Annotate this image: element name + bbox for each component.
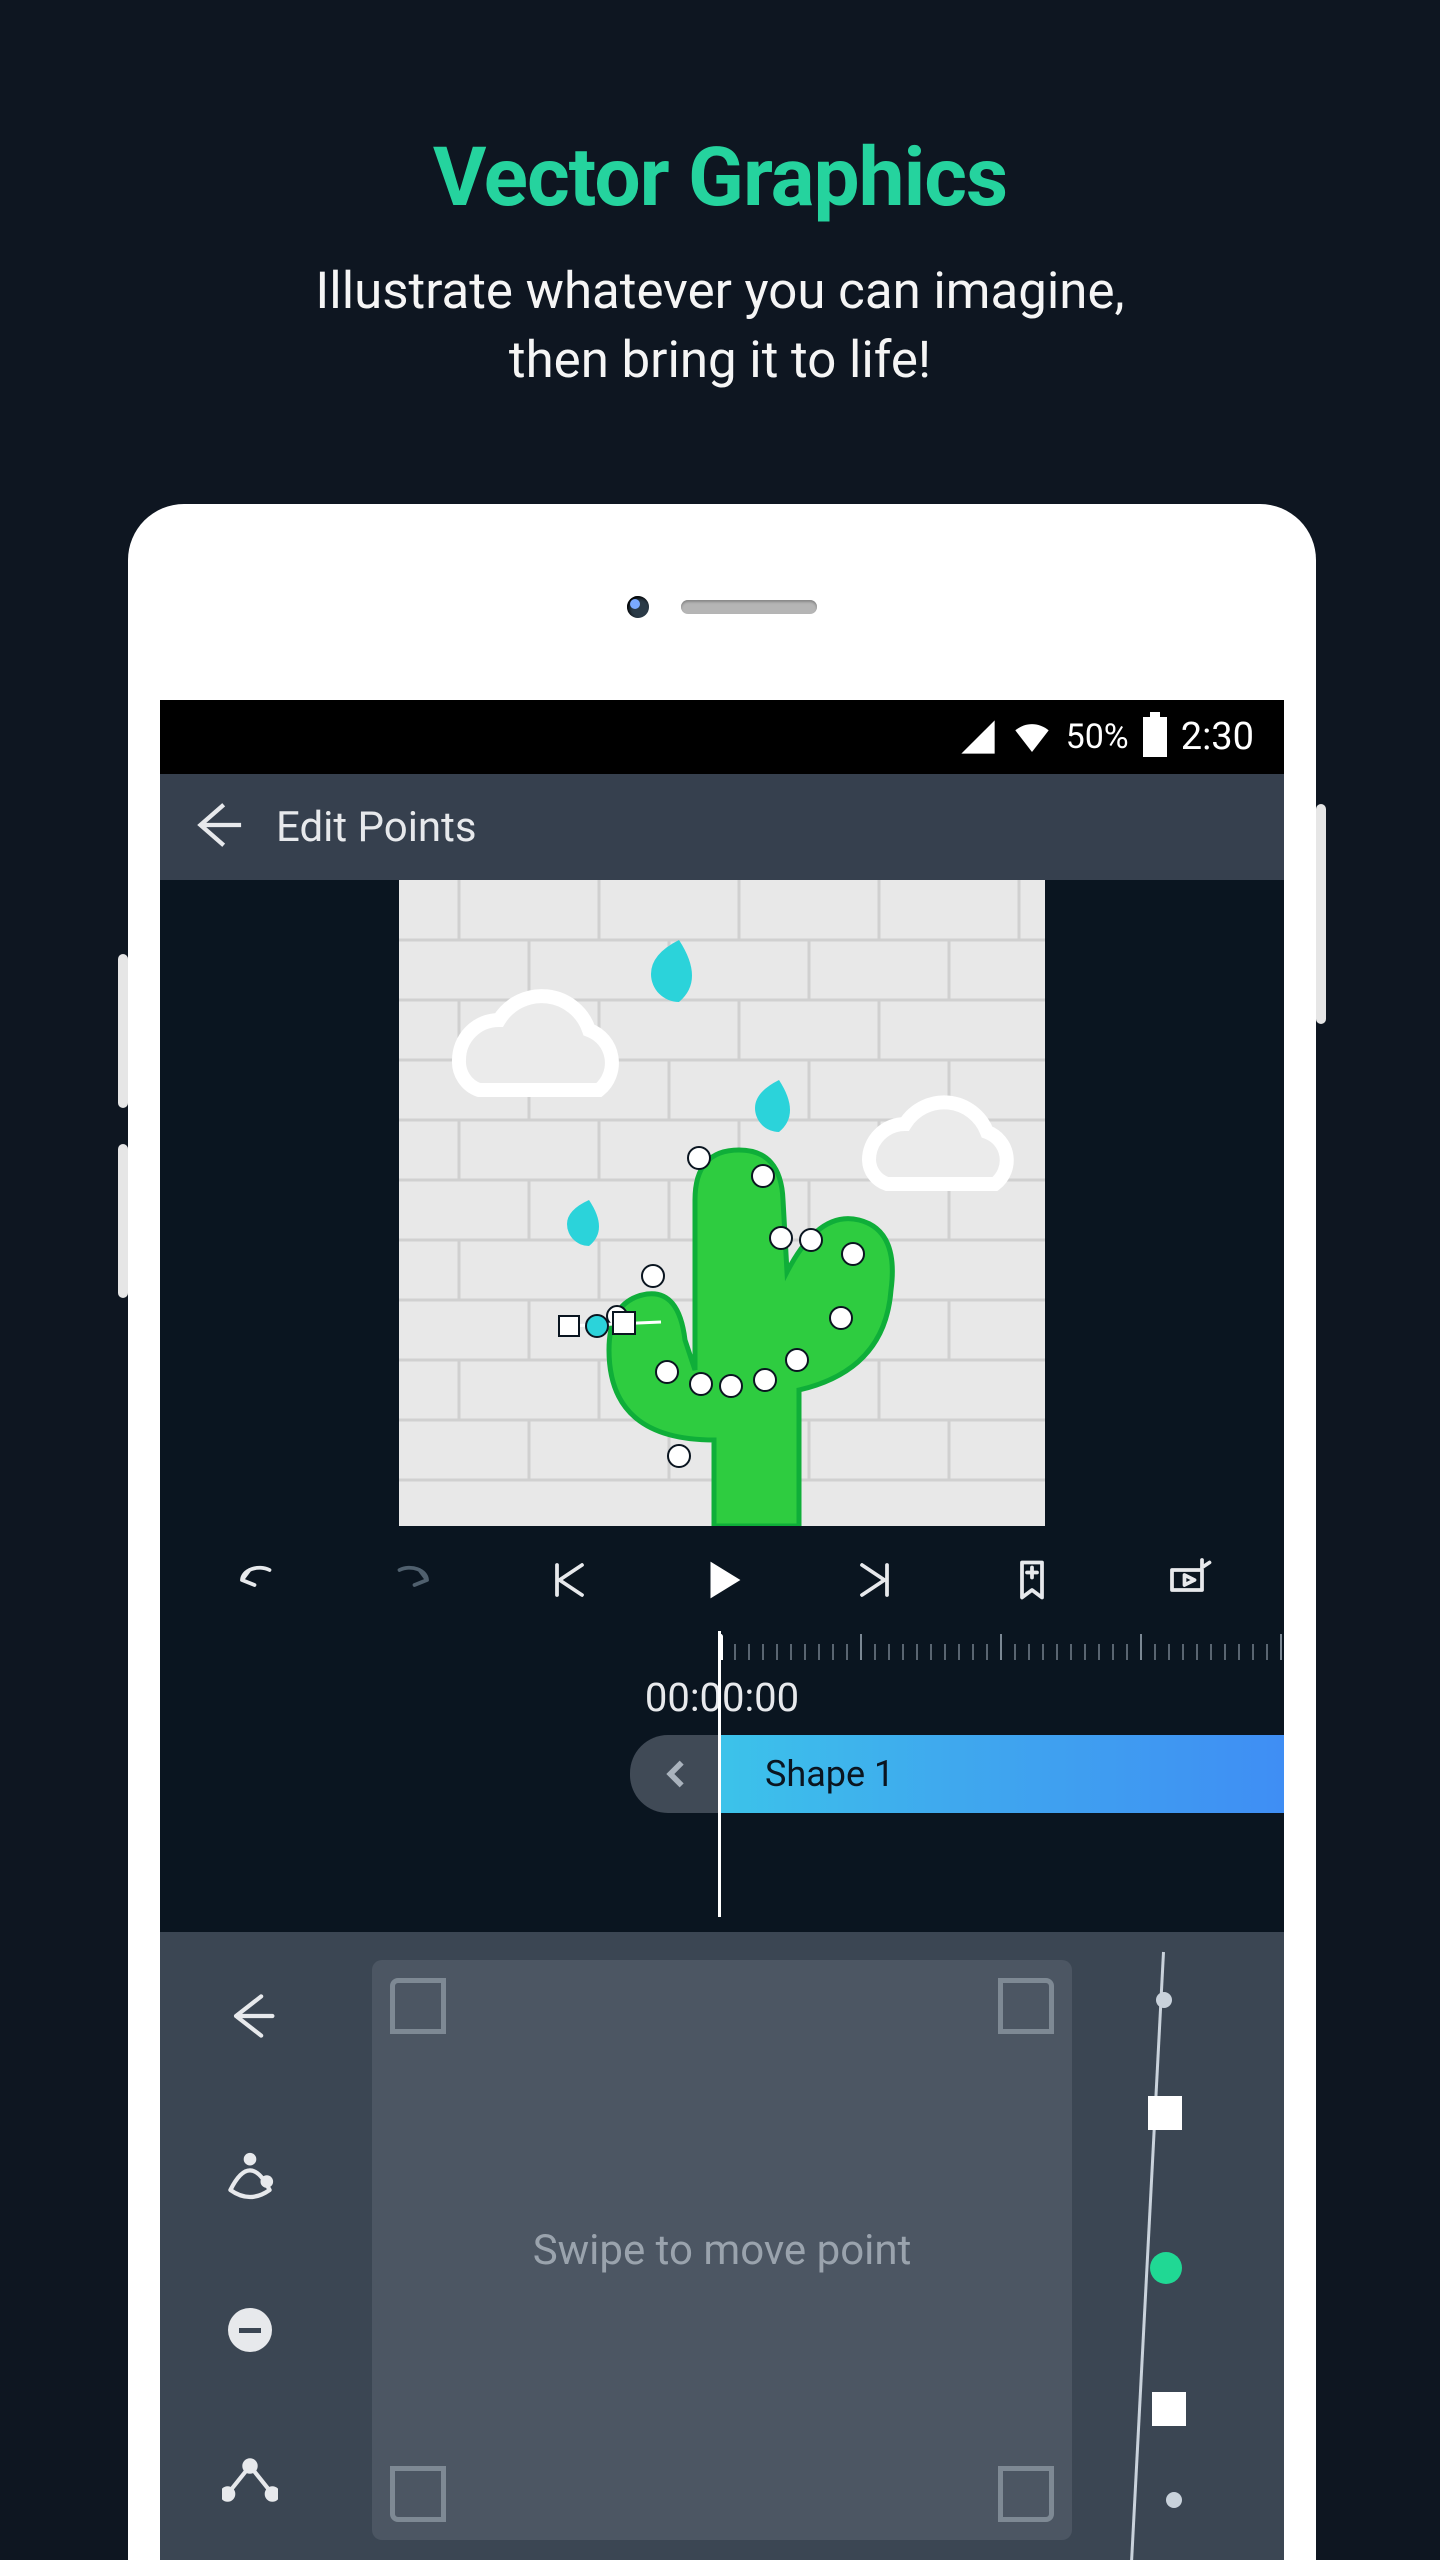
undo-button[interactable]: [180, 1555, 335, 1605]
promo-subtitle: Illustrate whatever you can imagine, the…: [0, 258, 1440, 396]
promo-title: Vector Graphics: [0, 130, 1440, 226]
path-node[interactable]: [1166, 2492, 1182, 2508]
redo-button[interactable]: [335, 1555, 490, 1605]
play-icon: [699, 1557, 745, 1603]
tablet-speaker: [681, 600, 817, 614]
go-end-button[interactable]: [799, 1555, 954, 1605]
tablet-camera-cluster: [627, 596, 817, 618]
redo-icon: [387, 1555, 437, 1605]
artboard[interactable]: [399, 880, 1045, 1526]
artboard-drawing: [399, 880, 1045, 1526]
panel-back-icon: [222, 1988, 278, 2044]
canvas-area[interactable]: [160, 880, 1284, 1526]
playback-toolbar: [160, 1526, 1284, 1634]
battery-percent: 50%: [1066, 717, 1129, 757]
track-scroll-left[interactable]: [630, 1735, 722, 1813]
back-button[interactable]: [186, 796, 244, 858]
tablet-volume-down: [118, 1144, 128, 1298]
header-title: Edit Points: [276, 803, 477, 852]
move-point-touchpad[interactable]: Swipe to move point: [372, 1960, 1072, 2540]
timeline-ruler[interactable]: [160, 1634, 1284, 1660]
back-arrow-icon: [186, 796, 244, 854]
go-end-icon: [852, 1555, 902, 1605]
tablet-camera: [627, 596, 649, 618]
path-node[interactable]: [1156, 1992, 1172, 2008]
panel-remove-point-button[interactable]: [228, 2308, 272, 2352]
app-header: Edit Points: [160, 774, 1284, 880]
promo-background: Vector Graphics Illustrate whatever you …: [0, 0, 1440, 2560]
undo-icon: [232, 1555, 282, 1605]
path-node-selected[interactable]: [1150, 2252, 1182, 2284]
edit-panel-center: Swipe to move point: [340, 1932, 1104, 2560]
add-keyframe-button[interactable]: [954, 1555, 1109, 1605]
touchpad-hint: Swipe to move point: [533, 2226, 912, 2275]
status-bar: 50% 2:30: [160, 700, 1284, 774]
path-handle[interactable]: [1152, 2392, 1186, 2426]
tablet-power-button: [1316, 804, 1326, 1024]
panel-convert-button[interactable]: [222, 2452, 278, 2512]
panel-back-button[interactable]: [222, 1988, 278, 2048]
timecode: 00:00:00: [160, 1660, 1284, 1735]
battery-icon: [1143, 717, 1167, 757]
track-label: Shape 1: [765, 1753, 894, 1795]
go-start-icon: [542, 1555, 592, 1605]
chevron-left-icon: [659, 1757, 693, 1791]
path-handle[interactable]: [1148, 2096, 1182, 2130]
tablet-volume-up: [118, 954, 128, 1108]
panel-curve-icon: [222, 2148, 278, 2204]
play-button[interactable]: [645, 1557, 800, 1603]
panel-remove-icon: [228, 2308, 272, 2352]
wifi-icon: [1012, 717, 1052, 757]
point-list[interactable]: [1104, 1932, 1284, 2560]
bookmark-add-icon: [1007, 1555, 1057, 1605]
go-start-button[interactable]: [490, 1555, 645, 1605]
edit-panel: Swipe to move point: [160, 1932, 1284, 2560]
track-clip[interactable]: Shape 1: [719, 1735, 1284, 1813]
playhead-line[interactable]: [718, 1631, 721, 1917]
loop-icon: [1162, 1555, 1212, 1605]
promo-heading: Vector Graphics Illustrate whatever you …: [0, 0, 1440, 396]
timeline-track[interactable]: Shape 1: [160, 1735, 1284, 1813]
tablet-frame: 50% 2:30 Edit Points: [128, 504, 1316, 2560]
loop-button[interactable]: [1109, 1555, 1264, 1605]
status-clock: 2:30: [1181, 715, 1254, 759]
edit-panel-tools: [160, 1932, 340, 2560]
panel-convert-icon: [222, 2452, 278, 2508]
panel-curve-button[interactable]: [222, 2148, 278, 2208]
cell-signal-icon: [958, 717, 998, 757]
app-screen: 50% 2:30 Edit Points: [160, 700, 1284, 2560]
